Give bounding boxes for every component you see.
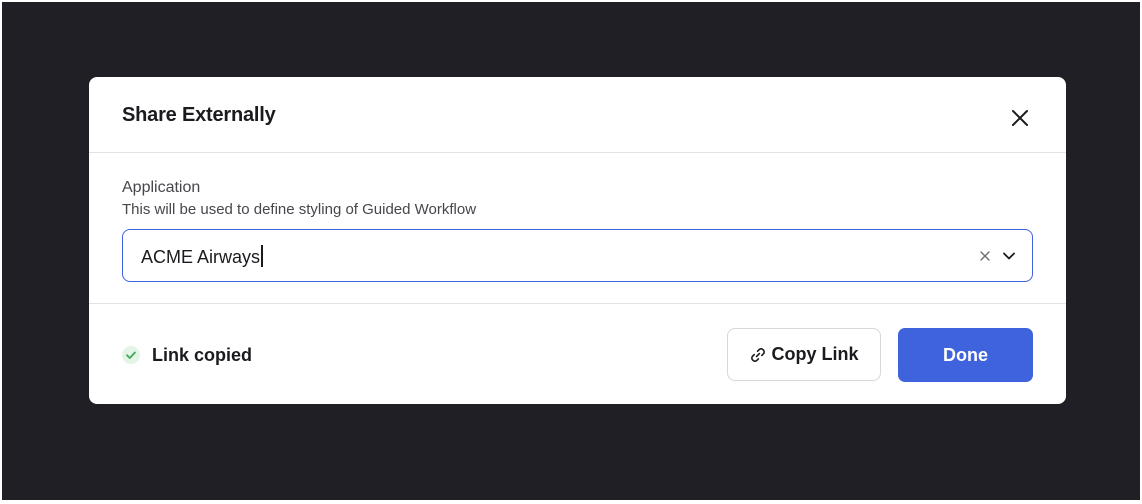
share-externally-dialog: Share Externally Application This will b… xyxy=(89,77,1066,404)
application-select-value-wrap[interactable]: ACME Airways xyxy=(141,245,263,268)
status-text: Link copied xyxy=(152,344,253,365)
text-cursor xyxy=(261,245,263,267)
copy-link-button[interactable]: Copy Link xyxy=(727,328,881,381)
clear-selection-button[interactable] xyxy=(979,250,991,262)
application-label: Application xyxy=(122,179,201,196)
done-button[interactable]: Done xyxy=(898,328,1033,382)
chevron-down-icon xyxy=(1001,248,1017,264)
copy-link-label: Copy Link xyxy=(771,344,859,364)
dialog-header: Share Externally xyxy=(89,77,1066,153)
link-icon xyxy=(749,346,767,364)
close-icon xyxy=(1008,106,1032,130)
application-select[interactable]: ACME Airways xyxy=(122,229,1033,282)
check-circle-icon xyxy=(122,346,140,364)
link-copied-status: Link copied xyxy=(122,345,252,365)
clear-icon xyxy=(979,250,991,262)
done-label: Done xyxy=(943,344,988,365)
dialog-title: Share Externally xyxy=(122,104,276,126)
dialog-body: Application This will be used to define … xyxy=(89,153,1066,304)
application-help-text: This will be used to define styling of G… xyxy=(122,201,477,218)
application-select-value: ACME Airways xyxy=(141,247,261,267)
dropdown-toggle-button[interactable] xyxy=(1001,248,1017,264)
dialog-footer: Link copied Copy Link Done xyxy=(89,304,1066,404)
close-button[interactable] xyxy=(1008,106,1032,130)
